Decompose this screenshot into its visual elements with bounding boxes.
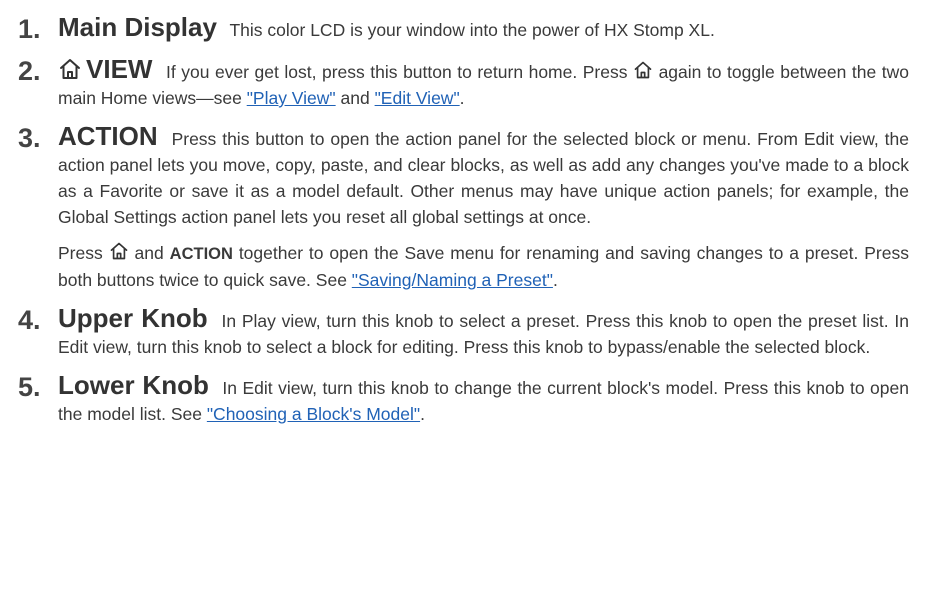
link-choosing-block-model[interactable]: "Choosing a Block's Model" (207, 404, 420, 424)
item-text: Press this button to open the action pan… (58, 129, 909, 227)
item-content: Lower Knob In Edit view, turn this knob … (58, 372, 909, 427)
item-title: VIEW (86, 54, 153, 84)
item-content: VIEW If you ever get lost, press this bu… (58, 56, 909, 111)
list-item-view: 2. VIEW If you ever get lost, press this… (18, 56, 909, 111)
item-text: and (340, 88, 370, 108)
item-number: 3. (18, 123, 41, 153)
item-text: . (552, 270, 558, 290)
item-number: 5. (18, 372, 41, 402)
item-content: ACTION Press this button to open the act… (58, 123, 909, 293)
item-text: If you ever get lost, press this button … (165, 62, 628, 82)
item-title: Lower Knob (58, 370, 209, 400)
link-edit-view[interactable]: "Edit View" (375, 88, 460, 108)
list-item-action: 3. ACTION Press this button to open the … (18, 123, 909, 293)
item-title: ACTION (58, 121, 158, 151)
item-content: Upper Knob In Play view, turn this knob … (58, 305, 909, 360)
item-text: and (134, 243, 164, 263)
home-icon (109, 241, 129, 261)
item-text: This color LCD is your window into the p… (229, 20, 715, 40)
item-title: Upper Knob (58, 303, 208, 333)
list-item-upper-knob: 4. Upper Knob In Play view, turn this kn… (18, 305, 909, 360)
item-number: 2. (18, 56, 41, 86)
item-paragraph: Press and ACTION together to open the Sa… (58, 240, 909, 293)
action-label: ACTION (169, 245, 233, 263)
link-play-view[interactable]: "Play View" (247, 88, 336, 108)
home-icon (633, 60, 653, 80)
home-icon (58, 57, 82, 81)
item-content: Main Display This color LCD is your wind… (58, 14, 909, 43)
item-paragraph: ACTION Press this button to open the act… (58, 123, 909, 230)
list-item-lower-knob: 5. Lower Knob In Edit view, turn this kn… (18, 372, 909, 427)
link-saving-naming-preset[interactable]: "Saving/Naming a Preset" (352, 270, 553, 290)
document-body: 1. Main Display This color LCD is your w… (0, 0, 925, 427)
item-text: . (420, 404, 425, 424)
list-item-main-display: 1. Main Display This color LCD is your w… (18, 14, 909, 44)
item-number: 4. (18, 305, 41, 335)
item-text: Press (58, 243, 103, 263)
item-text: . (459, 88, 465, 108)
item-number: 1. (18, 14, 41, 44)
item-title: Main Display (58, 12, 217, 42)
